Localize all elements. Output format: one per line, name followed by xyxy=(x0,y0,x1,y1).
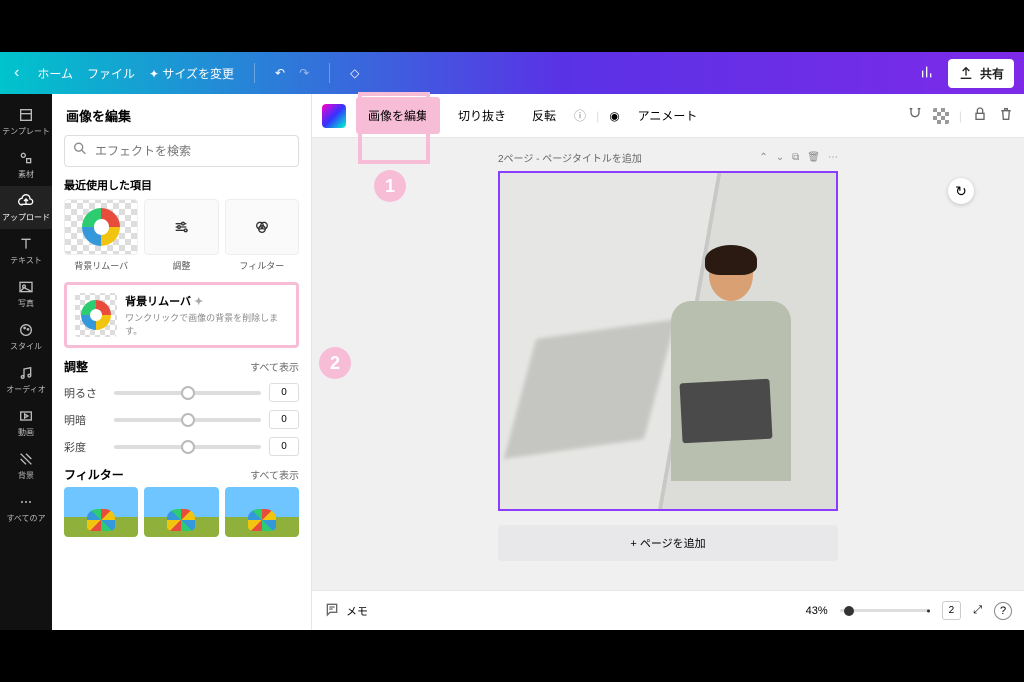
filter-thumb[interactable] xyxy=(64,487,138,537)
notes-button[interactable]: メモ xyxy=(346,603,368,619)
filter-section-title: フィルター xyxy=(64,466,124,483)
nav-photo[interactable]: 写真 xyxy=(0,272,52,315)
file-menu[interactable]: ファイル xyxy=(87,65,135,82)
flip-button[interactable]: 反転 xyxy=(524,101,564,130)
effects-search-input[interactable] xyxy=(64,135,299,167)
search-icon xyxy=(72,141,88,162)
annotation-2: 2 xyxy=(319,347,351,379)
fullscreen-icon[interactable]: ⤢ xyxy=(973,604,982,617)
page-down-icon[interactable]: ⌄ xyxy=(776,152,784,163)
crop-button[interactable]: 切り抜き xyxy=(450,101,514,130)
add-page-button[interactable]: + ページを追加 xyxy=(498,525,838,561)
bg-remover-card[interactable]: 背景リムーバ ✦ ワンクリックで画像の背景を削除します。 xyxy=(64,282,299,348)
duplicate-page-icon[interactable]: ⧉ xyxy=(792,152,799,163)
top-header: ‹ ホーム ファイル ✦ サイズを変更 ↶ ↷ ◇ 共有 xyxy=(0,52,1024,94)
refresh-icon[interactable]: ↻ xyxy=(948,178,974,204)
canvas-page[interactable] xyxy=(498,171,838,511)
left-nav-rail: テンプレート 素材 アップロード テキスト 写真 スタイル オーディオ 動画 背… xyxy=(0,94,52,630)
animate-button[interactable]: アニメート xyxy=(630,101,706,130)
page-count[interactable]: 2 xyxy=(942,601,962,620)
nav-video[interactable]: 動画 xyxy=(0,401,52,444)
filter-show-all[interactable]: すべて表示 xyxy=(250,467,299,482)
nav-elements[interactable]: 素材 xyxy=(0,143,52,186)
filter-thumb[interactable] xyxy=(225,487,299,537)
help-icon[interactable]: ? xyxy=(994,602,1012,620)
animate-icon: ◉ xyxy=(609,109,619,123)
nav-style[interactable]: スタイル xyxy=(0,315,52,358)
saturation-slider[interactable] xyxy=(114,445,261,449)
share-button[interactable]: 共有 xyxy=(948,59,1014,88)
effects-icon[interactable] xyxy=(907,106,923,125)
brightness-slider[interactable] xyxy=(114,391,261,395)
recent-label: 最近使用した項目 xyxy=(64,177,299,193)
lock-icon[interactable] xyxy=(972,106,988,125)
nav-background[interactable]: 背景 xyxy=(0,444,52,487)
zoom-label: 43% xyxy=(806,605,828,617)
transparency-icon[interactable] xyxy=(933,108,949,124)
panel-title: 画像を編集 xyxy=(52,94,311,135)
nav-more[interactable]: すべてのア xyxy=(0,487,52,530)
nav-upload[interactable]: アップロード xyxy=(0,186,52,229)
undo-button[interactable]: ↶ xyxy=(275,66,285,80)
nav-text[interactable]: テキスト xyxy=(0,229,52,272)
adjust-show-all[interactable]: すべて表示 xyxy=(250,359,299,374)
color-picker[interactable] xyxy=(322,104,346,128)
resize-menu[interactable]: ✦ サイズを変更 xyxy=(149,65,234,82)
annotation-1: 1 xyxy=(374,170,406,202)
page-title-label[interactable]: 2ページ - ページタイトルを追加 xyxy=(498,150,642,165)
recent-bg-remover[interactable]: 背景リムーバ xyxy=(64,199,138,272)
redo-button[interactable]: ↷ xyxy=(299,66,309,80)
page-more-icon[interactable]: ⋯ xyxy=(828,152,838,163)
edit-image-panel: 画像を編集 最近使用した項目 背景リムーバ 調整 フィルター 背景リムーバ ✦ xyxy=(52,94,312,630)
filter-thumb[interactable] xyxy=(144,487,218,537)
notes-icon[interactable] xyxy=(324,601,340,620)
home-link[interactable]: ホーム xyxy=(37,65,73,82)
recent-adjust[interactable]: 調整 xyxy=(144,199,218,272)
adjust-section-title: 調整 xyxy=(64,358,88,375)
back-button[interactable]: ‹ xyxy=(10,64,23,82)
delete-page-icon[interactable]: 🗑 xyxy=(807,152,820,163)
nav-audio[interactable]: オーディオ xyxy=(0,358,52,401)
info-icon[interactable]: ⓘ xyxy=(574,107,586,124)
recent-filter[interactable]: フィルター xyxy=(225,199,299,272)
upload-icon xyxy=(958,65,974,81)
nav-templates[interactable]: テンプレート xyxy=(0,100,52,143)
bottom-bar: メモ 43% 2 ⤢ ? xyxy=(312,590,1024,630)
canvas-area: 画像を編集 切り抜き 反転 ⓘ | ◉ アニメート | 2ページ - ページタイ… xyxy=(312,94,1024,630)
analytics-icon[interactable] xyxy=(920,64,936,83)
paint-icon[interactable]: ◇ xyxy=(350,66,359,80)
zoom-slider[interactable] xyxy=(840,609,930,612)
page-up-icon[interactable]: ⌃ xyxy=(759,152,767,163)
delete-icon[interactable] xyxy=(998,106,1014,125)
contrast-slider[interactable] xyxy=(114,418,261,422)
